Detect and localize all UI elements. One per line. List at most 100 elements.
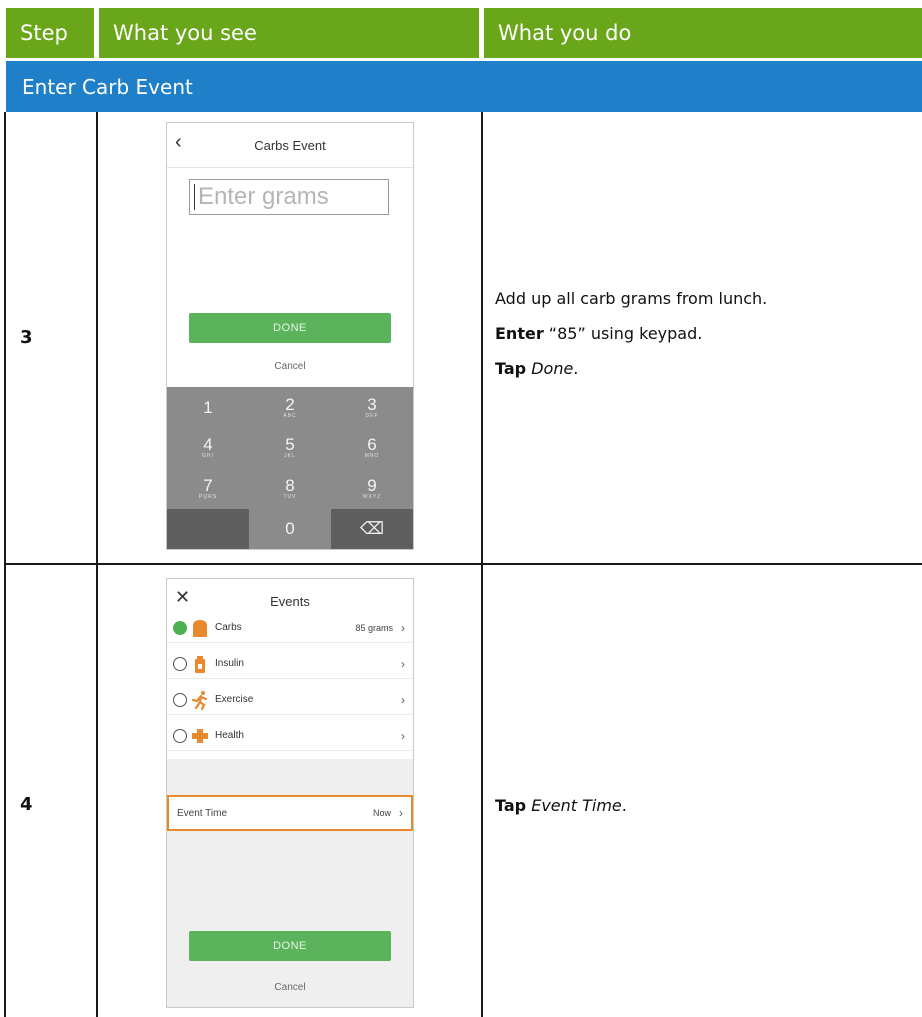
key-letters: ABC bbox=[283, 412, 297, 419]
instruction-target: Done bbox=[531, 359, 574, 378]
event-time-label: Event Time bbox=[177, 807, 228, 819]
chevron-right-icon: › bbox=[401, 656, 405, 671]
keypad-key[interactable]: 8 TUV bbox=[249, 468, 331, 509]
header-step-label: Step bbox=[20, 21, 68, 45]
keypad-key[interactable]: 2 ABC bbox=[249, 387, 331, 428]
instruction-line: Tap Event Time. bbox=[495, 795, 627, 817]
event-label: Exercise bbox=[215, 694, 254, 705]
keypad-key[interactable]: 3 DEF bbox=[331, 387, 413, 428]
key-letters: WXYZ bbox=[362, 493, 382, 500]
blank-key bbox=[167, 508, 249, 549]
done-button-label: DONE bbox=[273, 940, 307, 952]
key-digit: 6 bbox=[367, 435, 377, 455]
backspace-key[interactable]: ⌫ bbox=[331, 508, 413, 549]
event-row-health[interactable]: Health › bbox=[167, 721, 413, 751]
event-label: Carbs bbox=[215, 622, 242, 633]
instruction-text: “85” using keypad. bbox=[543, 324, 703, 343]
chevron-left-icon[interactable]: ‹ bbox=[175, 131, 182, 154]
event-row-insulin[interactable]: Insulin › bbox=[167, 649, 413, 679]
radio-button[interactable] bbox=[173, 656, 187, 671]
grams-input[interactable]: Enter grams bbox=[189, 179, 389, 215]
step-number: 4 bbox=[20, 794, 33, 815]
instruction-punct: . bbox=[621, 796, 627, 815]
instruction-text: Add up all carb grams from lunch. bbox=[495, 289, 768, 308]
event-label: Health bbox=[215, 730, 244, 741]
key-letters: GHI bbox=[202, 453, 214, 460]
keypad-key[interactable]: 5 JKL bbox=[249, 428, 331, 469]
done-button[interactable]: DONE bbox=[189, 313, 391, 343]
close-icon[interactable]: ✕ bbox=[175, 587, 190, 608]
header-what-you-do: What you do bbox=[484, 8, 922, 58]
header-what-you-see-label: What you see bbox=[113, 21, 257, 45]
done-button[interactable]: DONE bbox=[189, 931, 391, 961]
header-what-you-do-label: What you do bbox=[498, 21, 632, 45]
screen-title: Events bbox=[270, 593, 310, 609]
grams-input-placeholder: Enter grams bbox=[198, 183, 329, 210]
keypad-key[interactable]: 0 bbox=[249, 509, 331, 550]
instruction-table: Step What you see What you do Enter Carb… bbox=[0, 0, 922, 1017]
keypad-key[interactable]: 9 WXYZ bbox=[331, 468, 413, 509]
instruction-punct: . bbox=[573, 359, 579, 378]
cancel-label: Cancel bbox=[274, 361, 306, 372]
phone-screenshot-carbs-event: ‹ Carbs Event Enter grams DONE Cancel 1 2… bbox=[166, 122, 414, 550]
key-digit: 7 bbox=[203, 475, 213, 495]
nav-bar: ‹ Carbs Event bbox=[167, 123, 413, 168]
chevron-right-icon: › bbox=[401, 620, 405, 635]
text-cursor bbox=[194, 184, 195, 210]
event-label: Insulin bbox=[215, 658, 244, 669]
section-title-label: Enter Carb Event bbox=[22, 74, 193, 99]
cancel-link[interactable]: Cancel bbox=[167, 361, 413, 372]
keypad-key[interactable]: 6 MNO bbox=[331, 428, 413, 469]
key-digit: 5 bbox=[285, 435, 295, 455]
instruction-line: Enter “85” using keypad. bbox=[495, 323, 767, 345]
spacer bbox=[167, 831, 413, 1007]
event-value: 85 grams bbox=[355, 622, 393, 633]
instruction-verb: Enter bbox=[495, 324, 544, 343]
key-letters: JKL bbox=[284, 453, 296, 460]
key-letters: DEF bbox=[365, 412, 379, 419]
keypad-key[interactable]: 4 GHI bbox=[167, 428, 249, 469]
event-row-carbs[interactable]: Carbs 85 grams › bbox=[167, 613, 413, 643]
step-number: 3 bbox=[20, 327, 33, 348]
done-button-label: DONE bbox=[273, 322, 307, 334]
key-digit: 0 bbox=[285, 519, 295, 539]
chevron-right-icon: › bbox=[399, 806, 403, 820]
chevron-right-icon: › bbox=[401, 728, 405, 743]
spacer bbox=[167, 759, 413, 795]
phone-screenshot-events: ✕ Events Carbs 85 grams › Insulin › Exercise ›… bbox=[166, 578, 414, 1008]
chevron-right-icon: › bbox=[401, 692, 405, 707]
radio-button[interactable] bbox=[173, 692, 187, 707]
instruction-verb: Tap bbox=[495, 359, 527, 378]
exercise-icon bbox=[191, 690, 209, 710]
numeric-keypad: 1 2 ABC 3 DEF 4 GHI 5 JKL 6 MNO 7 PQRS 8 TUV 9 WXYZ 0 ⌫ bbox=[167, 387, 413, 549]
backspace-icon: ⌫ bbox=[359, 519, 385, 539]
instruction-line: Add up all carb grams from lunch. bbox=[495, 288, 767, 310]
instruction-verb: Tap bbox=[495, 796, 527, 815]
insulin-icon bbox=[191, 654, 209, 674]
event-row-exercise[interactable]: Exercise › bbox=[167, 685, 413, 715]
keypad-key[interactable]: 1 bbox=[167, 387, 249, 428]
key-digit: 9 bbox=[367, 475, 377, 495]
screen-title: Carbs Event bbox=[254, 137, 326, 153]
header-what-you-see: What you see bbox=[99, 8, 479, 58]
keypad-key[interactable]: 7 PQRS bbox=[167, 468, 249, 509]
cancel-link[interactable]: Cancel bbox=[167, 982, 413, 993]
step-instructions: Add up all carb grams from lunch. Enter … bbox=[495, 288, 767, 393]
carbs-icon bbox=[191, 618, 209, 638]
key-digit: 8 bbox=[285, 475, 295, 495]
instruction-target: Event Time bbox=[531, 796, 622, 815]
key-letters: MNO bbox=[364, 453, 380, 460]
section-title: Enter Carb Event bbox=[6, 61, 922, 112]
key-digit: 1 bbox=[203, 397, 213, 417]
row-divider bbox=[4, 563, 922, 565]
key-digit: 2 bbox=[285, 394, 295, 414]
health-icon bbox=[191, 726, 209, 746]
cancel-label: Cancel bbox=[274, 982, 306, 993]
event-time-value: Now bbox=[372, 808, 391, 818]
event-time-row[interactable]: Event Time Now › bbox=[167, 795, 413, 831]
instruction-line: Tap Done. bbox=[495, 358, 767, 380]
key-letters: PQRS bbox=[198, 493, 218, 500]
radio-button[interactable] bbox=[173, 620, 187, 635]
radio-button[interactable] bbox=[173, 728, 187, 743]
step-instructions: Tap Event Time. bbox=[495, 795, 627, 830]
